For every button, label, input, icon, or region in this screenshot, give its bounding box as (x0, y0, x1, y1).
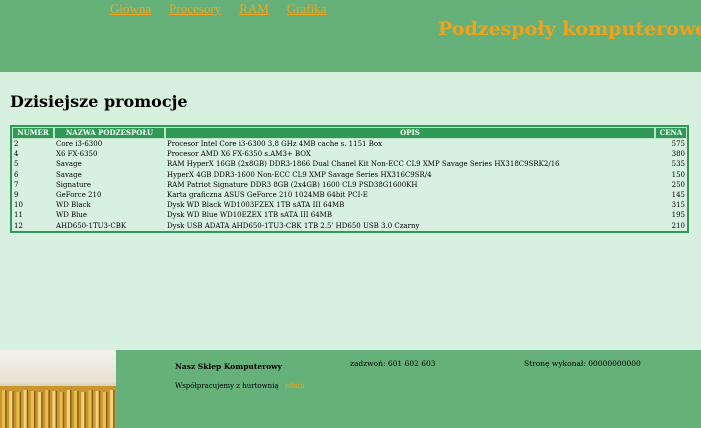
cell-nazwa: X6 FX-6350 (56, 150, 98, 159)
column-header-numer: NUMER (12, 127, 54, 139)
promotions-table: NUMER NAZWA PODZESPOŁU OPIS CENA 2 Core i… (10, 125, 689, 233)
cpu-pins-image (0, 350, 116, 428)
cell-numer: 7 (14, 180, 19, 189)
cell-cena: 535 (671, 160, 685, 169)
main-nav: Główna Procesory RAM Grafika (110, 1, 327, 17)
cell-cena: 250 (671, 180, 685, 189)
site-title: Podzespoły komputerowe (438, 18, 701, 40)
footer-shop-name: Nasz Sklep Komputerowy (175, 362, 282, 371)
header: Główna Procesory RAM Grafika Podzespoły … (0, 0, 701, 72)
cell-opis: Dysk USB ADATA AHD650-1TU3-CBK 1TB 2.5' … (167, 221, 420, 230)
cell-cena: 315 (671, 201, 685, 210)
cell-numer: 10 (14, 201, 23, 210)
cell-numer: 5 (14, 160, 19, 169)
cell-cena: 380 (671, 150, 685, 159)
cell-cena: 150 (671, 170, 685, 179)
cell-opis: Karta graficzna ASUS GeForce 210 1024MB … (167, 191, 368, 200)
cell-opis: Dysk WD Blue WD10EZEX 1TB sATA III 64MB (167, 211, 332, 220)
cpu-pins-icon (0, 386, 116, 428)
table-row: 7 Signature RAM Patriot Signature DDR3 8GB… (12, 180, 687, 190)
table-header-row: NUMER NAZWA PODZESPOŁU OPIS CENA (12, 127, 687, 139)
cell-cena: 145 (671, 191, 685, 200)
cell-cena: 575 (671, 140, 685, 148)
page-title: Dzisiejsze promocje (10, 92, 188, 111)
footer: Nasz Sklep Komputerowy zadzwoń: 601 602 … (0, 350, 701, 428)
nav-link-grafika[interactable]: Grafika (287, 1, 327, 17)
footer-coop-link[interactable]: edata (285, 382, 305, 390)
cell-nazwa: Savage (56, 170, 82, 179)
cell-numer: 9 (14, 191, 19, 200)
cell-numer: 4 (14, 150, 19, 159)
table-row: 11 WD Blue Dysk WD Blue WD10EZEX 1TB sATA … (12, 210, 687, 220)
footer-author: Stronę wykonał: 00000000000 (524, 359, 641, 368)
cell-opis: Procesor AMD X6 FX-6350 s.AM3+ BOX (167, 150, 311, 159)
cell-opis: RAM Patriot Signature DDR3 8GB (2x4GB) 1… (167, 180, 418, 189)
cell-nazwa: Savage (56, 160, 82, 169)
cell-cena: 195 (671, 211, 685, 220)
cell-opis: RAM HyperX 16GB (2x8GB) DDR3-1866 Dual C… (167, 160, 560, 169)
nav-link-procesory[interactable]: Procesory (169, 1, 221, 17)
main-content: Dzisiejsze promocje NUMER NAZWA PODZESPO… (0, 72, 701, 352)
cell-nazwa: GeForce 210 (56, 191, 102, 200)
cell-nazwa: Core i3-6300 (56, 140, 103, 148)
nav-link-glowna[interactable]: Główna (110, 1, 151, 17)
table-row: 5 Savage RAM HyperX 16GB (2x8GB) DDR3-1866… (12, 159, 687, 169)
cell-numer: 2 (14, 140, 19, 148)
table-row: 10 WD Black Dysk WD Black WD1003FZEX 1TB s… (12, 200, 687, 210)
cell-nazwa: WD Blue (56, 211, 88, 220)
table-row: 2 Core i3-6300 Procesor Intel Core i3-6300… (12, 139, 687, 149)
footer-cooperation: Współpracujemy z hurtownią edata (175, 382, 305, 390)
cell-numer: 11 (14, 211, 23, 220)
cell-nazwa: WD Black (56, 201, 91, 210)
cell-opis: Procesor Intel Core i3-6300 3,8 GHz 4MB … (167, 140, 383, 148)
nav-link-ram[interactable]: RAM (239, 1, 269, 17)
cell-nazwa: Signature (56, 180, 92, 189)
cell-cena: 210 (671, 221, 685, 230)
column-header-cena: CENA (655, 127, 687, 139)
table-row: 9 GeForce 210 Karta graficzna ASUS GeForce… (12, 190, 687, 200)
table-row: 4 X6 FX-6350 Procesor AMD X6 FX-6350 s.AM3… (12, 149, 687, 159)
column-header-nazwa: NAZWA PODZESPOŁU (54, 127, 165, 139)
footer-phone: zadzwoń: 601 602 603 (350, 359, 436, 368)
column-header-opis: OPIS (165, 127, 655, 139)
table-row: 12 AHD650-1TU3-CBK Dysk USB ADATA AHD650-1… (12, 221, 687, 231)
cell-numer: 12 (14, 221, 23, 230)
cell-numer: 6 (14, 170, 19, 179)
cell-opis: HyperX 4GB DDR3-1600 Non-ECC CL9 XMP Sav… (167, 170, 432, 179)
cell-opis: Dysk WD Black WD1003FZEX 1TB sATA III 64… (167, 201, 345, 210)
cell-nazwa: AHD650-1TU3-CBK (56, 221, 127, 230)
table-row: 6 Savage HyperX 4GB DDR3-1600 Non-ECC CL9 … (12, 170, 687, 180)
footer-coop-text: Współpracujemy z hurtownią (175, 382, 279, 390)
